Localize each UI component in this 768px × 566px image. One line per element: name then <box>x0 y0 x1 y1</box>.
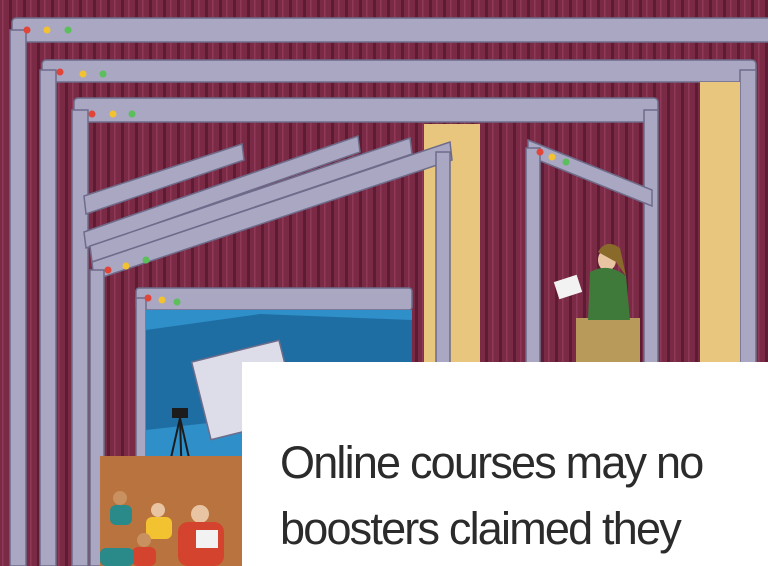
close-dot-icon <box>56 68 64 76</box>
maximize-dot-icon <box>173 298 181 306</box>
maximize-dot-icon <box>562 158 570 166</box>
close-dot-icon <box>104 266 112 274</box>
minimize-dot-icon <box>109 110 117 118</box>
close-dot-icon <box>536 148 544 156</box>
headline-line-1: Online courses may no <box>280 437 704 488</box>
minimize-dot-icon <box>122 262 130 270</box>
minimize-dot-icon <box>548 153 556 161</box>
close-dot-icon <box>88 110 96 118</box>
close-dot-icon <box>23 26 31 34</box>
maximize-dot-icon <box>142 256 150 264</box>
minimize-dot-icon <box>43 26 51 34</box>
minimize-dot-icon <box>79 70 87 78</box>
close-dot-icon <box>144 294 152 302</box>
article-headline[interactable]: Online courses may no boosters claimed t… <box>280 430 704 562</box>
maximize-dot-icon <box>128 110 136 118</box>
minimize-dot-icon <box>158 296 166 304</box>
article-headline-card: Online courses may no boosters claimed t… <box>242 362 768 566</box>
headline-line-2: boosters claimed they <box>280 503 682 554</box>
maximize-dot-icon <box>99 70 107 78</box>
maximize-dot-icon <box>64 26 72 34</box>
